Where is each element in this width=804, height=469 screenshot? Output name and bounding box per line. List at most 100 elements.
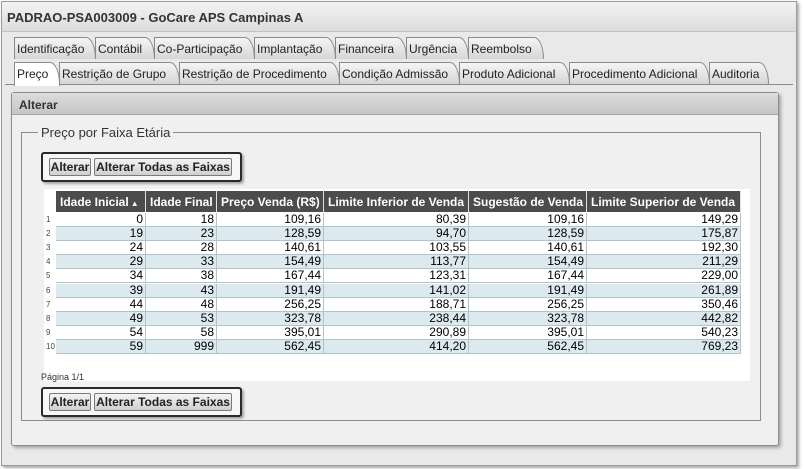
table-cell: 238,44	[324, 311, 469, 325]
table-cell: 323,78	[217, 311, 324, 325]
table-cell: 350,46	[587, 297, 741, 311]
pager-text: Página 1/1	[41, 372, 85, 382]
table-cell: 54	[56, 325, 146, 339]
table-cell: 562,45	[217, 339, 324, 353]
tab-reembolso[interactable]: Reembolso	[468, 37, 544, 59]
column-header-idade-final[interactable]: Idade Final	[146, 191, 217, 212]
alterar-todas-button[interactable]: Alterar Todas as Faixas	[94, 393, 232, 411]
table-cell: 167,44	[217, 269, 324, 283]
column-header-idade-inicial[interactable]: Idade Inicial ▲	[56, 191, 146, 212]
table-cell: 395,01	[469, 325, 587, 339]
table-cell: 769,23	[587, 339, 741, 353]
table-cell: 261,89	[587, 283, 741, 297]
table-cell: 414,20	[324, 339, 469, 353]
row-number: 8	[46, 313, 51, 323]
row-number: 1	[46, 215, 51, 224]
alterar-button[interactable]: Alterar	[49, 393, 91, 411]
table-cell: 58	[146, 325, 217, 339]
window-title: PADRAO-PSA003009 - GoCare APS Campinas A	[2, 2, 796, 32]
sort-ascending-icon: ▲	[130, 199, 139, 208]
table-row[interactable]: 6 39 43 191,49 141,02 191,49 261,89	[46, 283, 741, 298]
table-row[interactable]: 9 54 58 395,01 290,89 395,01 540,23	[46, 325, 741, 340]
table-header: Idade Inicial ▲ Idade Final Preço Venda (…	[56, 191, 741, 212]
table-cell: 29	[56, 255, 146, 269]
row-number: 6	[46, 285, 51, 295]
table-cell: 191,49	[217, 283, 324, 297]
table-cell: 562,45	[469, 339, 587, 353]
table-cell: 123,31	[324, 269, 469, 283]
tab-restricao-procedimento[interactable]: Restrição de Procedimento	[179, 62, 340, 84]
table-cell: 94,70	[324, 227, 469, 241]
tab-procedimento-adicional[interactable]: Procedimento Adicional	[569, 62, 710, 84]
table-cell: 59	[56, 339, 146, 353]
table-row[interactable]: 1 0 18 109,16 80,39 109,16 149,29	[46, 213, 741, 227]
table-cell: 33	[146, 255, 217, 269]
column-header-preco-venda[interactable]: Preço Venda (R$)	[217, 191, 324, 212]
table-cell: 80,39	[324, 213, 469, 226]
alterar-button[interactable]: Alterar	[49, 158, 91, 176]
row-number: 2	[46, 229, 51, 239]
row-number: 3	[46, 243, 51, 253]
table-row[interactable]: 2 19 23 128,59 94,70 128,59 175,87	[46, 227, 741, 242]
table-cell: 149,29	[587, 213, 741, 226]
table-cell: 140,61	[217, 241, 324, 255]
tab-produto-adicional[interactable]: Produto Adicional	[459, 62, 570, 84]
table-cell: 48	[146, 297, 217, 311]
column-header-sugestao[interactable]: Sugestão de Venda	[469, 191, 587, 212]
table-row[interactable]: 5 34 38 167,44 123,31 167,44 229,00	[46, 269, 741, 284]
row-number: 5	[46, 271, 51, 281]
table-cell: 192,30	[587, 241, 741, 255]
alterar-todas-button[interactable]: Alterar Todas as Faixas	[94, 158, 232, 176]
table-row[interactable]: 7 44 48 256,25 188,71 256,25 350,46	[46, 297, 741, 312]
table-cell: 109,16	[469, 213, 587, 226]
tab-panel-divider	[5, 84, 793, 85]
column-header-limite-inferior[interactable]: Limite Inferior de Venda	[324, 191, 469, 212]
table-cell: 323,78	[469, 311, 587, 325]
tab-auditoria[interactable]: Auditoria	[709, 62, 769, 84]
table-cell: 103,55	[324, 241, 469, 255]
tab-financeira[interactable]: Financeira	[335, 37, 407, 59]
fieldset-legend: Preço por Faixa Etária	[38, 125, 174, 140]
tab-urgencia[interactable]: Urgência	[406, 37, 469, 59]
table-cell: 19	[56, 227, 146, 241]
tab-implantacao[interactable]: Implantação	[254, 37, 336, 59]
table-cell: 167,44	[469, 269, 587, 283]
tab-restricao-grupo[interactable]: Restrição de Grupo	[59, 62, 180, 84]
table-cell: 28	[146, 241, 217, 255]
column-header-limite-superior[interactable]: Limite Superior de Venda	[587, 191, 741, 212]
table-cell: 999	[146, 339, 217, 353]
table-cell: 395,01	[217, 325, 324, 339]
button-group-top: Alterar Alterar Todas as Faixas	[41, 152, 242, 182]
table-cell: 39	[56, 283, 146, 297]
row-number: 9	[46, 327, 51, 337]
table-cell: 290,89	[324, 325, 469, 339]
tab-identificacao[interactable]: Identificação	[14, 37, 96, 59]
tab-condicao-admissao[interactable]: Condição Admissão	[339, 62, 460, 84]
tab-preco[interactable]: Preço	[14, 62, 60, 86]
table-cell: 154,49	[469, 255, 587, 269]
table-cell: 128,59	[217, 227, 324, 241]
table-cell: 211,29	[587, 255, 741, 269]
table-cell: 140,61	[469, 241, 587, 255]
section-title: Alterar	[12, 93, 778, 115]
table-cell: 141,02	[324, 283, 469, 297]
table-cell: 109,16	[217, 213, 324, 226]
table-cell: 23	[146, 227, 217, 241]
button-group-bottom: Alterar Alterar Todas as Faixas	[41, 387, 242, 417]
table-cell: 229,00	[587, 269, 741, 283]
table-row[interactable]: 10 59 999 562,45 414,20 562,45 769,23	[46, 339, 741, 354]
table-row[interactable]: 8 49 53 323,78 238,44 323,78 442,82	[46, 311, 741, 326]
tab-contabil[interactable]: Contábil	[95, 37, 155, 59]
table-cell: 34	[56, 269, 146, 283]
row-number: 4	[46, 257, 51, 267]
table-cell: 175,87	[587, 227, 741, 241]
row-number: 10	[46, 341, 55, 351]
table-row[interactable]: 3 24 28 140,61 103,55 140,61 192,30	[46, 241, 741, 256]
table-cell: 154,49	[217, 255, 324, 269]
table-row[interactable]: 4 29 33 154,49 113,77 154,49 211,29	[46, 255, 741, 270]
table-cell: 44	[56, 297, 146, 311]
table-cell: 188,71	[324, 297, 469, 311]
row-number: 7	[46, 299, 51, 309]
table-cell: 113,77	[324, 255, 469, 269]
tab-co-participacao[interactable]: Co-Participação	[154, 37, 255, 59]
